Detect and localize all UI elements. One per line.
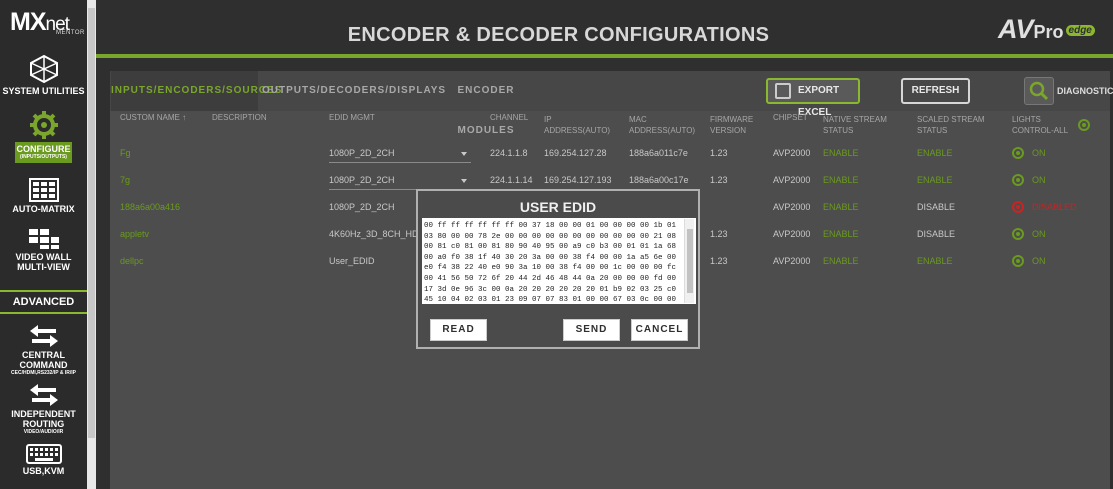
video-wall-icon (28, 229, 59, 249)
nav-independent-routing[interactable]: INDEPENDENT ROUTING VIDEO/AUDIO/IR (0, 383, 87, 436)
diagnostics-label: DIAGNOSTICS (1057, 86, 1113, 96)
nav-label: AUTO-MATRIX (12, 204, 75, 214)
cell-ip: 169.254.127.28 (544, 148, 607, 158)
edid-scrollbar-thumb[interactable] (687, 229, 693, 293)
dialog-title: USER EDID (519, 199, 597, 215)
cell-mac: 188a6a011c7e (629, 148, 688, 158)
cell-lights: ON (1032, 256, 1046, 266)
nav-configure-active: CONFIGURE (INPUTS/OUTPUTS) (15, 142, 72, 163)
header-chipset: CHIPSET (773, 113, 808, 122)
header-custom-name[interactable]: CUSTOM NAME ↑ (120, 112, 186, 142)
nav-label: INDEPENDENT ROUTING (11, 409, 76, 429)
cell-custom-name[interactable]: dellpc (120, 248, 144, 275)
nav-sublabel: CEC/HDMI,RS232/IP & IR/IP (11, 370, 76, 376)
cell-native-stream: ENABLE (823, 148, 859, 158)
tab-inputs-encoders-sources[interactable]: INPUTS/ENCODERS/SOURCES (111, 71, 281, 111)
cell-scaled-stream: ENABLE (917, 175, 953, 185)
advanced-header[interactable]: ADVANCED (0, 290, 87, 314)
diagnostics-button[interactable] (1024, 77, 1054, 105)
cell-custom-name[interactable]: 7g (120, 167, 130, 194)
chevron-down-icon[interactable] (461, 179, 467, 183)
arrows-icon (29, 325, 58, 347)
nav-configure[interactable]: CONFIGURE (INPUTS/OUTPUTS) (0, 110, 87, 163)
cell-lights: DISABLED (1032, 202, 1077, 212)
nav-label: CENTRAL COMMAND (19, 350, 68, 370)
sort-up-icon: ↑ (182, 113, 187, 122)
refresh-button[interactable]: REFRESH (901, 78, 970, 104)
cell-chipset: AVP2000 (773, 175, 811, 185)
cell-lights: ON (1032, 175, 1046, 185)
sidebar: MXnet MENTOR SYSTEM UTILITIES CONFIGURE … (0, 0, 87, 489)
cell-chipset: AVP2000 (773, 256, 811, 266)
cell-firmware: 1.23 (710, 229, 728, 239)
cell-native-stream: ENABLE (823, 229, 859, 239)
page-title: ENCODER & DECODER CONFIGURATIONS (347, 24, 770, 46)
cell-scaled-stream: DISABLE (917, 229, 956, 239)
header-description: DESCRIPTION (212, 113, 267, 122)
lights-control-all-toggle[interactable] (1078, 119, 1090, 131)
grid-icon (28, 178, 59, 202)
header-channel: CHANNEL (490, 113, 529, 122)
cell-custom-name[interactable]: appletv (120, 221, 149, 248)
nav-sublabel: VIDEO/AUDIO/IR (23, 429, 64, 435)
user-edid-dialog: USER EDID 00 ff ff ff ff ff ff 00 37 18 … (416, 189, 700, 349)
brand-logo: AVPro edge (998, 14, 1095, 45)
lights-toggle[interactable] (1012, 255, 1024, 267)
network-globe-icon (29, 54, 58, 84)
header-edid-mgmt: EDID MGMT (329, 113, 375, 122)
cancel-button[interactable]: CANCEL (631, 319, 688, 341)
cell-firmware: 1.23 (710, 256, 728, 266)
nav-auto-matrix[interactable]: AUTO-MATRIX (0, 178, 87, 214)
cell-firmware: 1.23 (710, 148, 728, 158)
nav-label: VIDEO WALL (15, 252, 72, 262)
cell-native-stream: ENABLE (823, 256, 859, 266)
search-icon (1029, 81, 1049, 101)
table-row[interactable]: Fg 1080P_2D_2CH 224.1.1.8 169.254.127.28 188… (110, 140, 1110, 167)
cell-firmware: 1.23 (710, 175, 728, 185)
excel-icon (775, 83, 791, 99)
cell-chipset: AVP2000 (773, 202, 811, 212)
nav-label-2: MULTI-VIEW (17, 262, 70, 272)
tab-encoder-modules[interactable]: ENCODER MODULES (430, 71, 542, 136)
cell-custom-name[interactable]: Fg (120, 140, 131, 167)
read-button[interactable]: READ (430, 319, 487, 341)
nav-label: USB,KVM (22, 466, 65, 476)
cell-lights: ON (1032, 229, 1046, 239)
tab-outputs-decoders-displays[interactable]: OUTPUTS/DECODERS/DISPLAYS (262, 71, 445, 111)
nav-central-command[interactable]: CENTRAL COMMAND CEC/HDMI,RS232/IP & IR/I… (0, 324, 87, 377)
lights-toggle[interactable] (1012, 174, 1024, 186)
nav-system-utilities[interactable]: SYSTEM UTILITIES (0, 54, 87, 96)
nav-sublabel: (INPUTS/OUTPUTS) (20, 154, 67, 160)
nav-usb-kvm[interactable]: USB,KVM (0, 444, 87, 476)
cell-scaled-stream: DISABLE (917, 202, 956, 212)
nav-label: CONFIGURE (16, 144, 71, 154)
cell-scaled-stream: ENABLE (917, 148, 953, 158)
export-excel-button[interactable]: EXPORT EXCEL (766, 78, 860, 118)
cell-scaled-stream: ENABLE (917, 256, 953, 266)
lights-toggle[interactable] (1012, 147, 1024, 159)
lights-toggle[interactable] (1012, 201, 1024, 213)
nav-video-wall[interactable]: VIDEO WALL MULTI-VIEW (0, 228, 87, 272)
sidebar-scrollbar-thumb[interactable] (88, 8, 95, 438)
nav-label: SYSTEM UTILITIES (2, 86, 85, 96)
chevron-down-icon[interactable] (461, 152, 467, 156)
cell-channel: 224.1.1.8 (490, 148, 528, 158)
logo-subtitle: MENTOR (56, 30, 85, 36)
cell-lights: ON (1032, 148, 1046, 158)
lights-toggle[interactable] (1012, 228, 1024, 240)
keyboard-icon (25, 444, 62, 464)
edid-select-underline (329, 162, 471, 163)
edid-textarea[interactable]: 00 ff ff ff ff ff ff 00 37 18 00 00 01 0… (422, 218, 696, 304)
arrows-icon (29, 384, 58, 406)
cell-chipset: AVP2000 (773, 148, 811, 158)
send-button[interactable]: SEND (563, 319, 620, 341)
edid-scrollbar[interactable] (684, 219, 694, 303)
cell-native-stream: ENABLE (823, 175, 859, 185)
gear-icon (29, 111, 58, 139)
cell-chipset: AVP2000 (773, 229, 811, 239)
cell-native-stream: ENABLE (823, 202, 859, 212)
cell-custom-name[interactable]: 188a6a00a416 (120, 194, 180, 221)
header-divider (96, 54, 1113, 58)
